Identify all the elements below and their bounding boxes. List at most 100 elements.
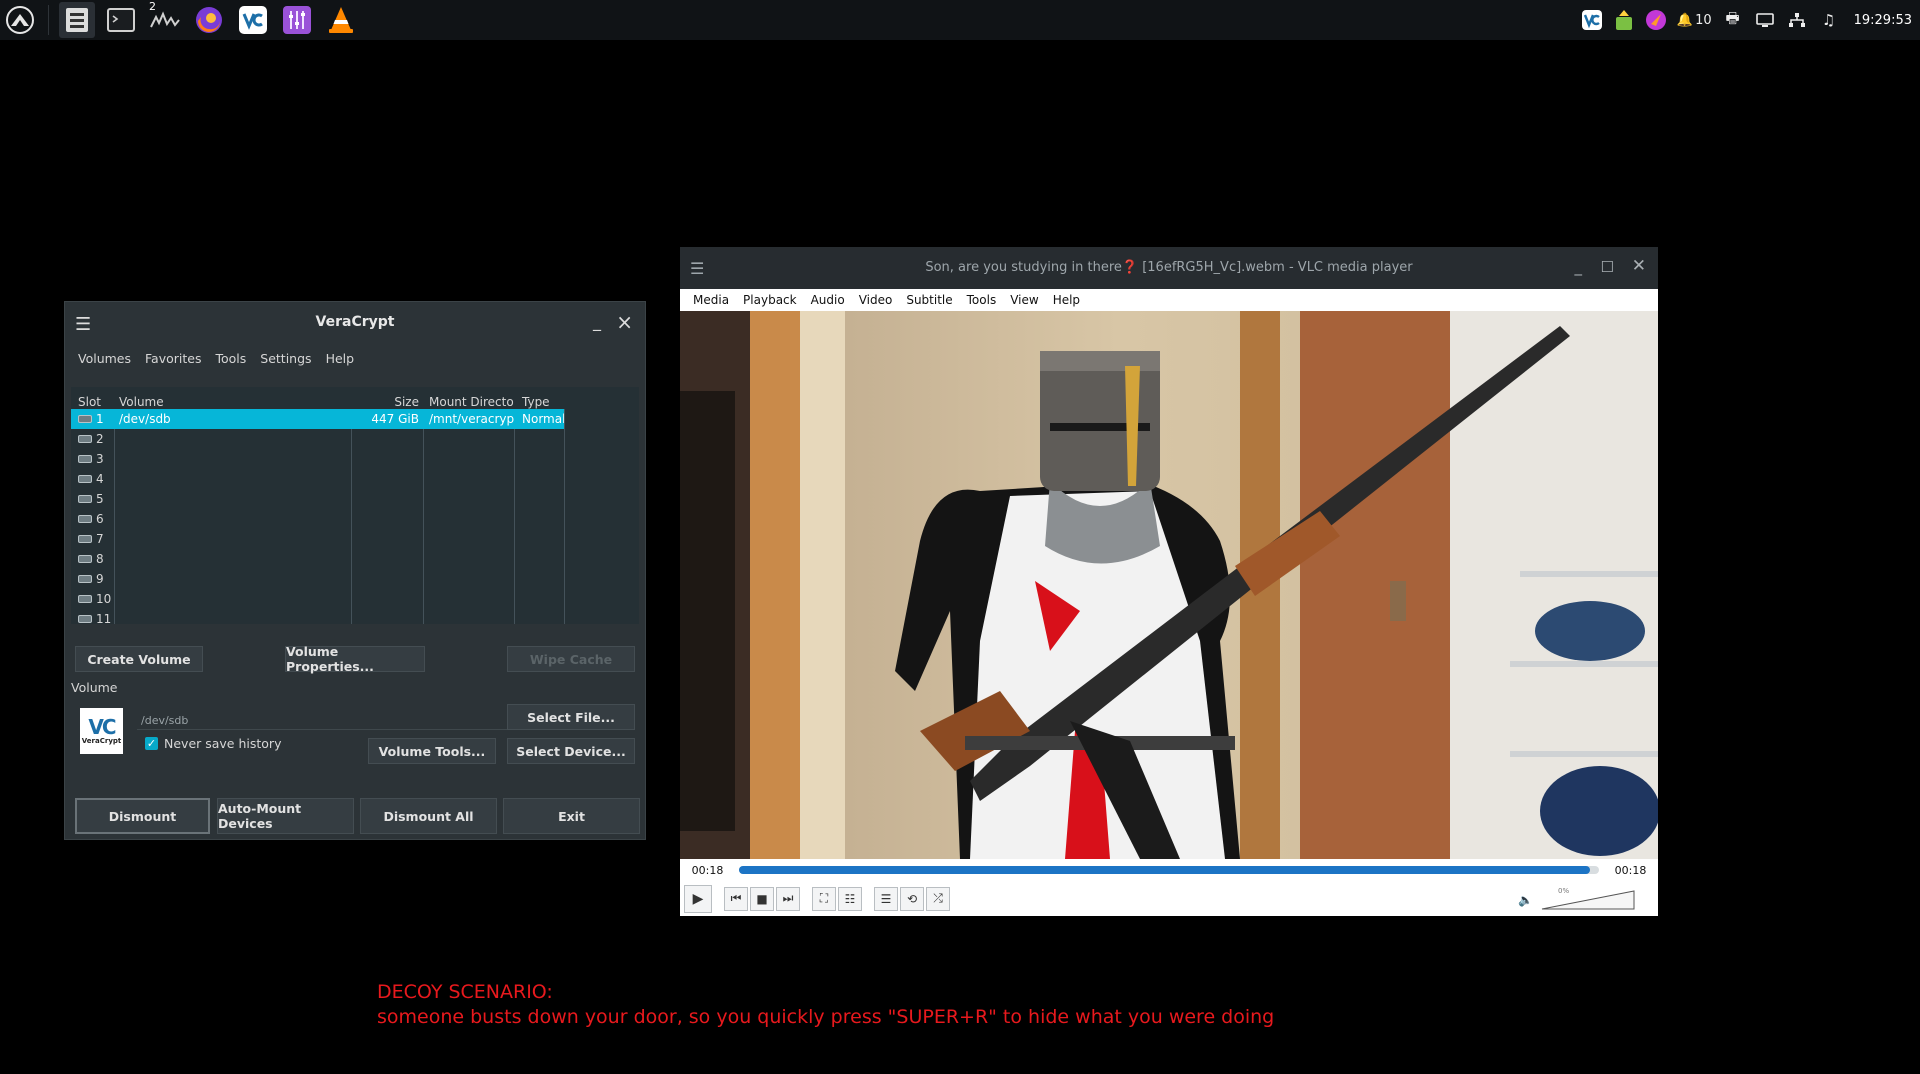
drive-icon: [78, 455, 92, 463]
volume-path-combo[interactable]: /dev/sdb ▼: [137, 708, 557, 730]
tray-veracrypt[interactable]: [1581, 9, 1603, 31]
total-time: 00:18: [1614, 863, 1647, 877]
display-icon[interactable]: [1754, 9, 1776, 31]
previous-button[interactable]: ⏮: [724, 886, 748, 911]
taskbar-mixer[interactable]: [279, 2, 315, 38]
volume-group-label: Volume: [71, 680, 118, 695]
create-volume-button[interactable]: Create Volume: [75, 646, 203, 672]
table-row[interactable]: 8: [71, 549, 639, 569]
select-device-button[interactable]: Select Device...: [507, 738, 635, 764]
loop-button[interactable]: ⟲: [900, 886, 924, 911]
taskbar-file-manager[interactable]: [59, 2, 95, 38]
table-row[interactable]: 6: [71, 509, 639, 529]
maximize-icon[interactable]: ☐: [1601, 258, 1614, 276]
table-rows: 1/dev/sdb 447 GiB/mnt/veracrypt1 Normal 2 3 4…: [71, 409, 639, 624]
slot-number: 11: [96, 612, 112, 624]
menu-playback[interactable]: Playback: [743, 293, 797, 307]
menu-help[interactable]: Help: [1053, 293, 1080, 307]
menu-video[interactable]: Video: [859, 293, 893, 307]
seek-slider[interactable]: [739, 866, 1599, 874]
minimize-icon[interactable]: _: [593, 312, 601, 331]
taskbar-veracrypt[interactable]: [235, 2, 271, 38]
app-launcher[interactable]: [0, 0, 40, 40]
close-icon[interactable]: ✕: [1632, 256, 1646, 276]
slot-number: 3: [96, 452, 104, 466]
menu-tools[interactable]: Tools: [215, 351, 246, 366]
cell-size: 447 GiB: [371, 412, 419, 426]
menu-media[interactable]: Media: [693, 293, 729, 307]
music-icon[interactable]: ♫: [1818, 9, 1840, 31]
slot-number: 1: [96, 412, 104, 426]
vlc-titlebar[interactable]: ☰ Son, are you studying in there❓ [16efR…: [680, 247, 1658, 289]
volume-path-value: /dev/sdb: [141, 714, 189, 727]
checkbox-checked-icon: ✓: [145, 737, 158, 750]
volume-slider[interactable]: 🔈 0%: [1518, 887, 1636, 911]
cell-slot: 6: [71, 512, 114, 526]
table-row[interactable]: 2: [71, 429, 639, 449]
taskbar-firefox[interactable]: [191, 2, 227, 38]
slot-number: 6: [96, 512, 104, 526]
play-button[interactable]: ▶: [684, 884, 712, 913]
never-save-history-checkbox[interactable]: ✓ Never save history: [145, 736, 281, 751]
tray-notifications[interactable]: 🔔 10: [1677, 13, 1712, 28]
table-row[interactable]: 5: [71, 489, 639, 509]
shuffle-button[interactable]: ⤮: [926, 886, 950, 911]
volume-tools-button[interactable]: Volume Tools...: [368, 738, 496, 764]
table-row[interactable]: 3: [71, 449, 639, 469]
table-row[interactable]: 9: [71, 569, 639, 589]
veracrypt-window: ☰ VeraCrypt _ × Volumes Favorites Tools …: [64, 301, 646, 840]
clock[interactable]: 19:29:53: [1854, 13, 1912, 28]
menu-audio[interactable]: Audio: [811, 293, 845, 307]
dismount-button[interactable]: Dismount: [75, 798, 210, 834]
cell-mount-directory: /mnt/veracrypt1: [429, 412, 514, 426]
menu-help[interactable]: Help: [326, 351, 355, 366]
exit-button[interactable]: Exit: [503, 798, 640, 834]
stop-button[interactable]: ■: [750, 886, 774, 911]
next-button[interactable]: ⏭: [776, 886, 800, 911]
network-icon[interactable]: [1786, 9, 1808, 31]
slot-number: 10: [96, 592, 112, 606]
vlc-title: Son, are you studying in there❓ [16efRG5…: [925, 260, 1413, 275]
table-row[interactable]: 11: [71, 609, 639, 624]
equalizer-icon: ☷: [844, 891, 856, 906]
printer-icon[interactable]: 🖶: [1722, 9, 1744, 31]
speaker-icon: 🔈: [1518, 893, 1533, 907]
extended-settings-button[interactable]: ☷: [838, 886, 862, 911]
col-size[interactable]: Size: [351, 395, 423, 409]
menu-settings[interactable]: Settings: [260, 351, 311, 366]
video-frame[interactable]: [680, 311, 1658, 859]
volume-properties-button[interactable]: Volume Properties...: [285, 644, 425, 674]
skip-forward-icon: ⏭: [782, 891, 794, 905]
veracrypt-titlebar[interactable]: ☰ VeraCrypt _ ×: [65, 302, 645, 344]
dismount-all-button[interactable]: Dismount All: [360, 798, 497, 834]
close-icon[interactable]: ×: [616, 310, 633, 334]
playlist-button[interactable]: ☰: [874, 886, 898, 911]
tray-update[interactable]: [1613, 9, 1635, 31]
menu-tools[interactable]: Tools: [967, 293, 997, 307]
select-file-button[interactable]: Select File...: [507, 704, 635, 730]
fullscreen-button[interactable]: ⛶: [812, 886, 836, 911]
taskbar-terminal[interactable]: [103, 2, 139, 38]
table-row[interactable]: 10: [71, 589, 639, 609]
menu-view[interactable]: View: [1010, 293, 1038, 307]
menu-favorites[interactable]: Favorites: [145, 351, 201, 366]
col-slot[interactable]: Slot: [71, 395, 114, 409]
menu-volumes[interactable]: Volumes: [78, 351, 131, 366]
cell-slot: 9: [71, 572, 114, 586]
auto-mount-devices-button[interactable]: Auto-Mount Devices: [217, 798, 354, 834]
col-mount-directory[interactable]: Mount Directory: [423, 395, 514, 409]
menu-subtitle[interactable]: Subtitle: [906, 293, 952, 307]
table-row[interactable]: 1/dev/sdb 447 GiB/mnt/veracrypt1 Normal: [71, 409, 564, 429]
taskbar-vlc[interactable]: [323, 2, 359, 38]
taskbar-system-monitor[interactable]: 2: [147, 0, 183, 38]
table-row[interactable]: 7: [71, 529, 639, 549]
app-tray-icon: [1645, 10, 1666, 30]
wipe-cache-button[interactable]: Wipe Cache: [507, 646, 635, 672]
veracrypt-icon: [239, 6, 267, 34]
vlc-window: ☰ Son, are you studying in there❓ [16efR…: [680, 247, 1658, 916]
col-volume[interactable]: Volume: [114, 395, 351, 409]
tray-app[interactable]: [1645, 9, 1667, 31]
minimize-icon[interactable]: _: [1575, 258, 1583, 276]
col-type[interactable]: Type: [514, 395, 564, 409]
table-row[interactable]: 4: [71, 469, 639, 489]
